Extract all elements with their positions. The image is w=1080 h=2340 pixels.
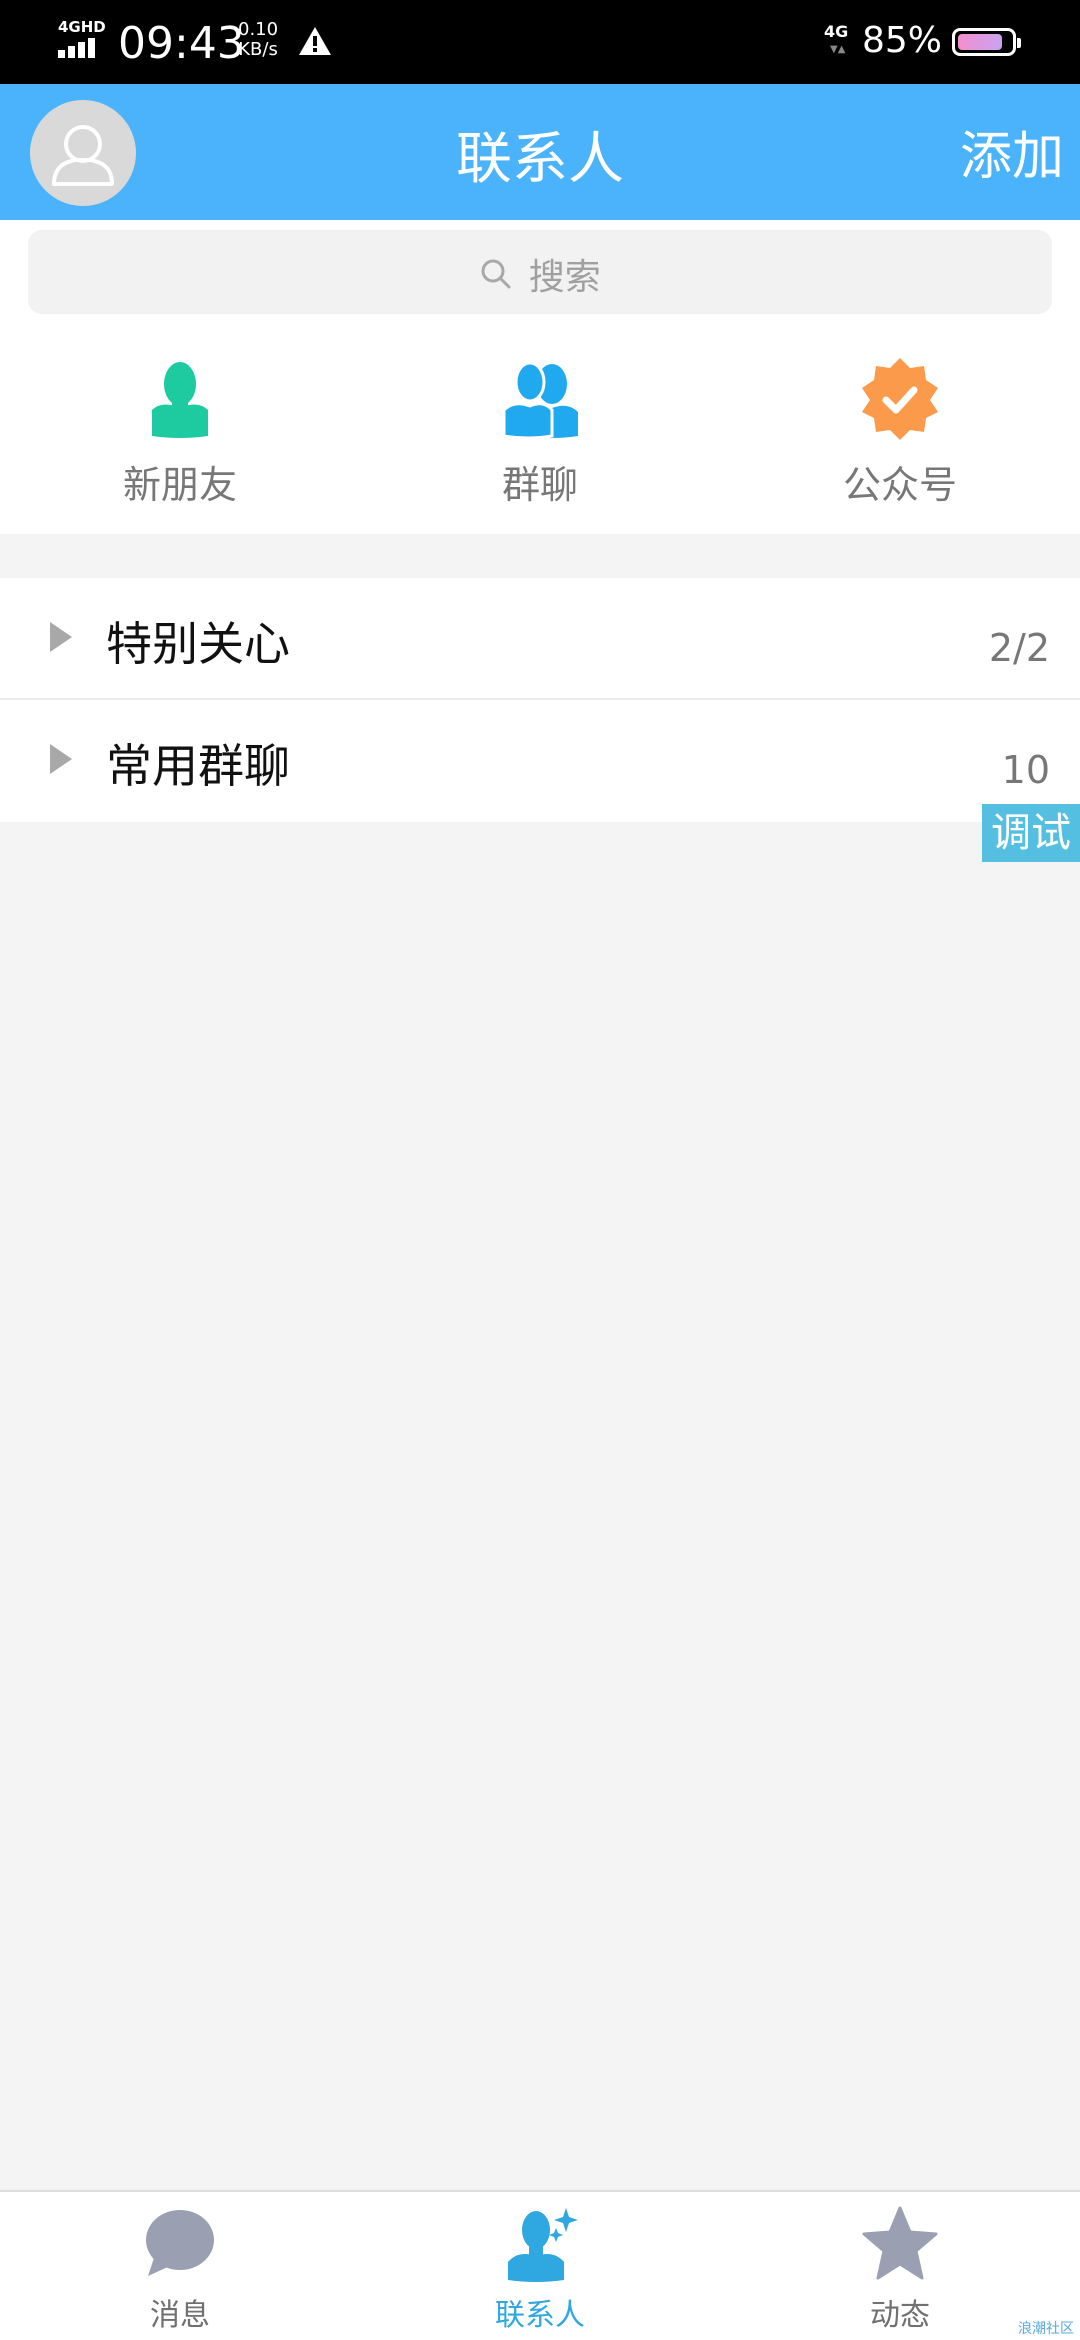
group-icon	[502, 361, 578, 440]
search-input[interactable]: 搜索	[28, 230, 1052, 314]
tab-label: 消息	[150, 2298, 210, 2333]
triangle-right-icon	[50, 622, 72, 652]
triangle-right-icon	[50, 744, 72, 774]
status-bar: 4GHD 09:43 0.10 KB/s 4G ▼▲ 85%	[0, 0, 1080, 84]
status-time: 09:43	[118, 18, 245, 69]
tab-contacts[interactable]: 联系人	[440, 2206, 640, 2334]
group-row-special-care[interactable]: 特别关心 2/2	[0, 578, 1080, 700]
tab-label: 联系人	[495, 2298, 585, 2333]
network-type: 4GHD	[58, 18, 106, 36]
tab-messages[interactable]: 消息	[80, 2206, 280, 2334]
watermark: 浪潮社区	[1018, 2321, 1074, 2337]
person-icon	[152, 362, 208, 438]
shortcut-label: 新朋友	[122, 463, 237, 507]
shortcut-label: 公众号	[842, 463, 957, 507]
search-placeholder: 搜索	[528, 257, 601, 298]
group-name: 常用群聊	[106, 739, 290, 793]
battery-level	[958, 34, 1002, 50]
tab-moments[interactable]: 动态	[800, 2206, 1000, 2334]
star-icon	[862, 2206, 938, 2280]
add-button[interactable]: 添加	[960, 114, 1064, 189]
bottom-tab-bar: 消息 联系人 动态 浪潮社区	[0, 2190, 1080, 2340]
speed-value: 0.10	[238, 19, 279, 40]
shortcut-label: 群聊	[501, 463, 578, 507]
group-count: 10	[1001, 748, 1050, 792]
battery-tip	[1017, 38, 1021, 48]
search-icon	[481, 259, 511, 289]
debug-button[interactable]: 调试	[982, 804, 1080, 862]
network-speed: 0.10 KB/s	[238, 20, 278, 60]
contact-group-list: 特别关心 2/2 常用群聊 10	[0, 578, 1080, 822]
mobile-data-type: 4G	[824, 22, 849, 41]
speed-unit: KB/s	[238, 39, 278, 60]
group-row-common-groups[interactable]: 常用群聊 10	[0, 700, 1080, 822]
group-count: 2/2	[988, 626, 1050, 670]
shortcut-new-friends[interactable]: 新朋友	[60, 350, 300, 509]
page-title: 联系人	[456, 127, 624, 192]
app-header: 联系人 添加	[0, 84, 1080, 220]
group-name: 特别关心	[106, 617, 290, 671]
user-outline-icon	[52, 125, 114, 186]
tab-label: 动态	[870, 2298, 930, 2333]
battery-icon	[952, 28, 1021, 56]
contacts-icon	[508, 2208, 578, 2282]
message-bubble-icon	[146, 2210, 214, 2276]
verified-badge-icon	[862, 358, 938, 440]
battery-percent: 85%	[862, 20, 943, 61]
data-arrows-icon: ▼▲	[830, 44, 846, 55]
shortcut-official-accounts[interactable]: 公众号	[780, 350, 1020, 509]
signal-icon	[58, 38, 104, 58]
warning-icon	[299, 27, 331, 55]
avatar[interactable]	[30, 100, 136, 206]
search-placeholder-row: 搜索	[28, 248, 1052, 300]
shortcut-group-chat[interactable]: 群聊	[420, 350, 660, 509]
search-section: 搜索 新朋友 群聊 公众号	[0, 220, 1080, 534]
